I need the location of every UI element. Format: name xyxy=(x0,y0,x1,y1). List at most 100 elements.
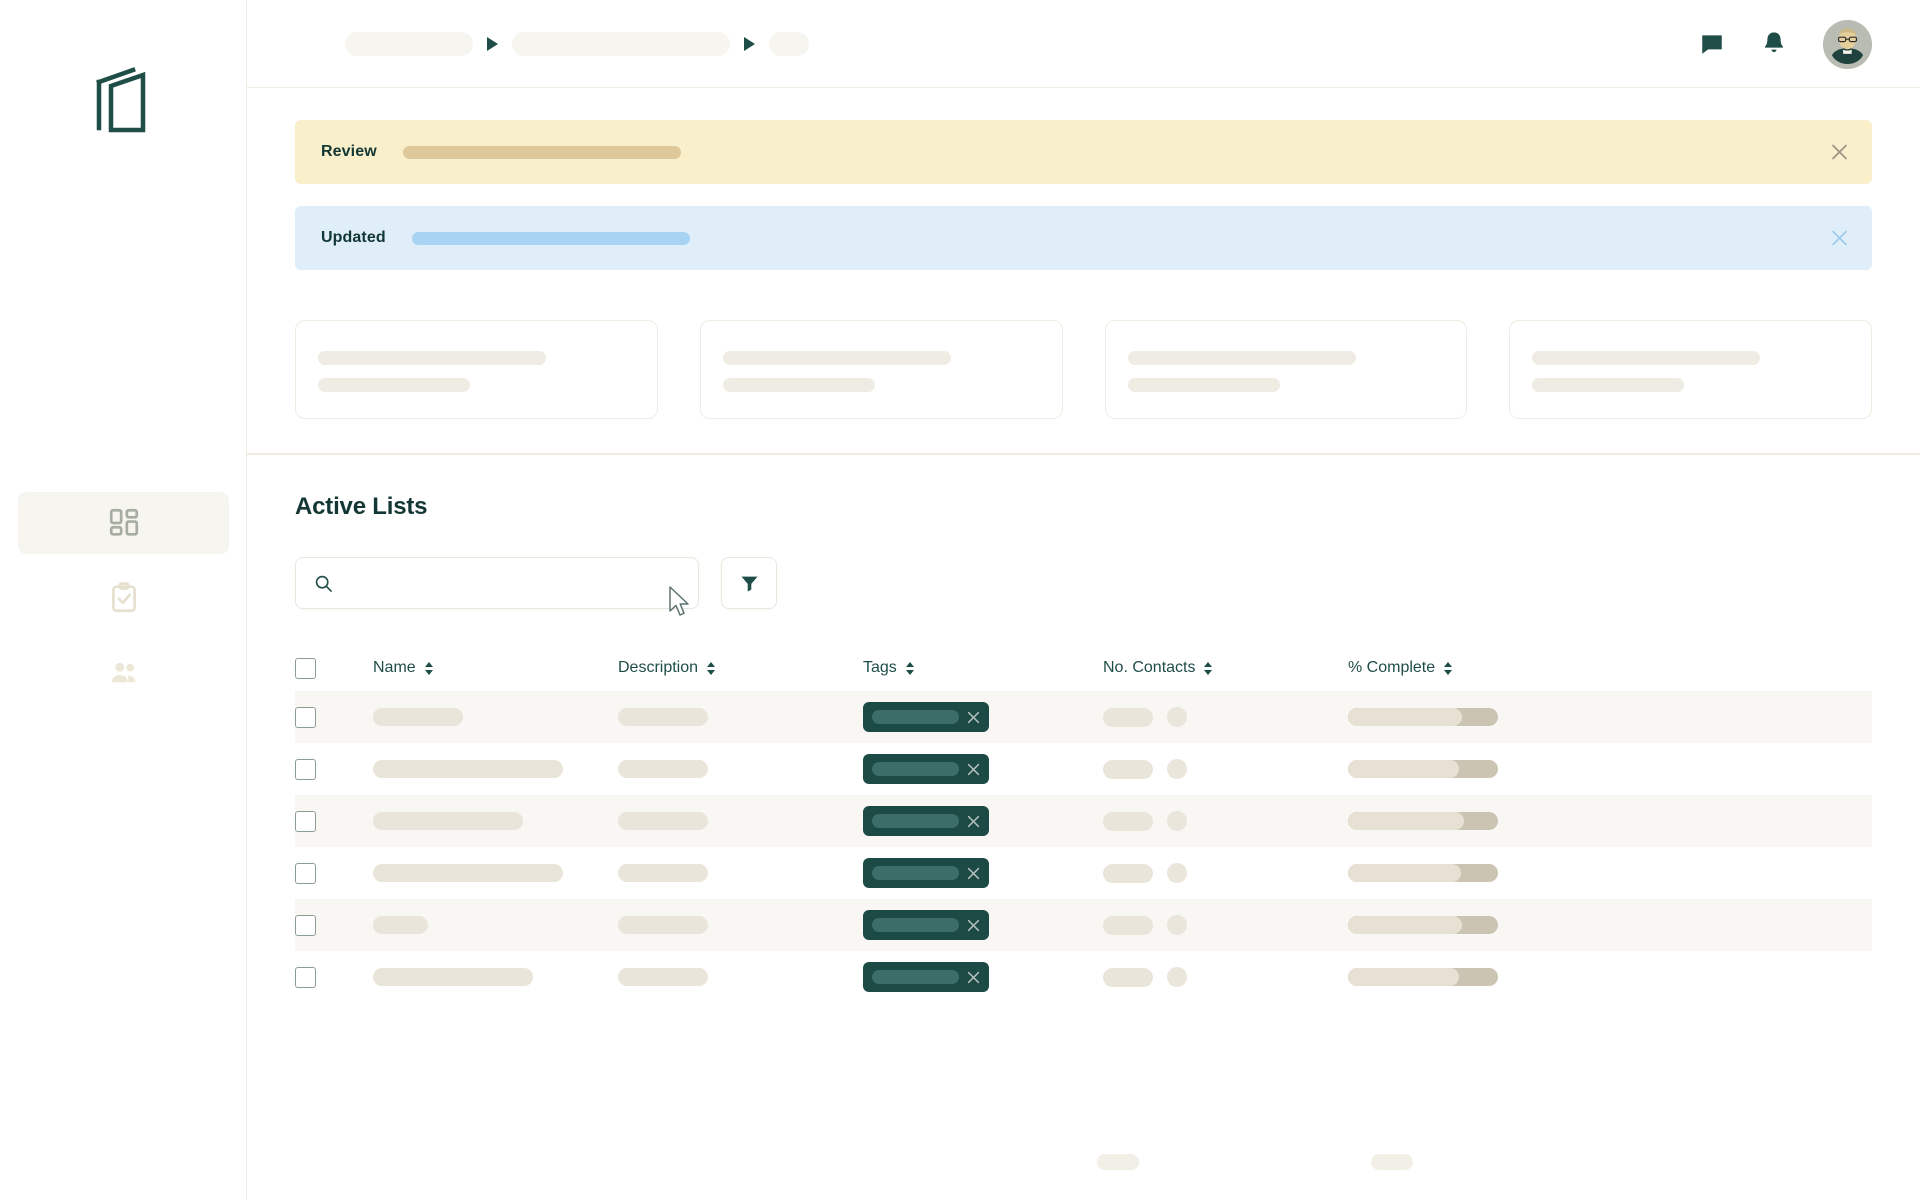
cell-no-contacts xyxy=(1103,811,1348,831)
table-row[interactable] xyxy=(295,951,1872,1003)
column-header-description[interactable]: Description xyxy=(618,659,863,677)
stat-card[interactable] xyxy=(1104,320,1468,419)
active-lists-table: Name Description Tags No. Contacts % Com… xyxy=(295,645,1872,1003)
cell-pct-complete xyxy=(1348,916,1872,934)
row-checkbox[interactable] xyxy=(295,966,316,988)
stat-card[interactable] xyxy=(295,320,658,419)
search-input[interactable] xyxy=(345,558,680,608)
stat-card[interactable] xyxy=(699,320,1063,419)
row-select-cell xyxy=(295,758,373,780)
tag-chip[interactable] xyxy=(863,806,989,836)
sidebar-item-contacts[interactable] xyxy=(18,642,229,704)
table-footer xyxy=(295,1136,1872,1200)
tag-label-skeleton xyxy=(872,866,959,880)
row-checkbox[interactable] xyxy=(295,862,316,884)
table-row[interactable] xyxy=(295,795,1872,847)
cell-no-contacts xyxy=(1103,967,1348,987)
banner-close-button[interactable] xyxy=(1831,144,1848,161)
progress-bar-fill xyxy=(1348,968,1459,986)
tag-remove-button[interactable] xyxy=(967,711,980,724)
stat-card-value-skeleton xyxy=(318,378,471,392)
search-box[interactable] xyxy=(295,557,699,609)
table-row[interactable] xyxy=(295,899,1872,951)
open-book-logo-icon xyxy=(95,67,145,133)
breadcrumb xyxy=(345,31,809,56)
footer-skeleton[interactable] xyxy=(1097,1154,1139,1170)
tag-chip[interactable] xyxy=(863,858,989,888)
tag-label-skeleton xyxy=(872,918,959,932)
people-icon xyxy=(111,662,135,683)
name-skeleton xyxy=(373,916,428,934)
progress-bar-fill xyxy=(1348,708,1462,726)
column-header-name[interactable]: Name xyxy=(373,659,618,677)
table-row[interactable] xyxy=(295,691,1872,743)
select-all-checkbox[interactable] xyxy=(295,657,316,679)
close-icon xyxy=(967,971,980,983)
stat-card-value-skeleton xyxy=(722,378,875,392)
tag-remove-button[interactable] xyxy=(967,815,980,828)
column-header-pct-complete[interactable]: % Complete xyxy=(1348,659,1872,677)
banner-updated: Updated xyxy=(295,206,1872,270)
table-row[interactable] xyxy=(295,743,1872,795)
funnel-icon xyxy=(741,576,757,591)
stat-card[interactable] xyxy=(1509,320,1872,419)
column-header-tags[interactable]: Tags xyxy=(863,659,1103,677)
table-header-row: Name Description Tags No. Contacts % Com… xyxy=(295,645,1872,691)
tag-chip[interactable] xyxy=(863,754,989,784)
filter-button[interactable] xyxy=(721,557,777,609)
tag-remove-button[interactable] xyxy=(967,763,980,776)
messages-button[interactable] xyxy=(1699,31,1725,57)
breadcrumb-item-skeleton[interactable] xyxy=(512,31,730,56)
breadcrumb-item-skeleton[interactable] xyxy=(769,31,809,56)
column-header-label: Name xyxy=(373,659,416,676)
table-body xyxy=(295,691,1872,1003)
select-all-cell xyxy=(295,657,373,679)
tag-chip[interactable] xyxy=(863,962,989,992)
name-skeleton xyxy=(373,708,463,726)
row-select-cell xyxy=(295,810,373,832)
tag-remove-button[interactable] xyxy=(967,919,980,932)
sidebar-item-dashboard[interactable] xyxy=(18,492,229,554)
banner-close-button[interactable] xyxy=(1831,230,1848,247)
row-checkbox[interactable] xyxy=(295,914,316,936)
cell-name xyxy=(373,916,618,934)
stat-cards xyxy=(295,302,1872,419)
row-checkbox[interactable] xyxy=(295,706,316,728)
progress-bar xyxy=(1348,968,1498,986)
column-header-no-contacts[interactable]: No. Contacts xyxy=(1103,659,1348,677)
row-select-cell xyxy=(295,966,373,988)
sidebar-item-tasks[interactable] xyxy=(18,567,229,629)
tag-label-skeleton xyxy=(872,970,959,984)
footer-skeleton[interactable] xyxy=(1371,1154,1413,1170)
contacts-count-skeleton xyxy=(1103,915,1153,935)
contacts-count-skeleton xyxy=(1103,863,1153,883)
tag-chip[interactable] xyxy=(863,702,989,732)
logo[interactable] xyxy=(0,62,247,134)
cell-pct-complete xyxy=(1348,864,1872,882)
triangle-right-icon xyxy=(744,36,755,51)
avatar[interactable] xyxy=(1823,19,1872,69)
contacts-count-skeleton xyxy=(1103,967,1153,987)
tag-remove-button[interactable] xyxy=(967,867,980,880)
banners: Review Updated xyxy=(247,88,1920,454)
cell-description xyxy=(618,708,863,726)
row-checkbox[interactable] xyxy=(295,758,316,780)
stat-card-value-skeleton xyxy=(1127,378,1280,392)
progress-bar xyxy=(1348,916,1498,934)
cell-description xyxy=(618,812,863,830)
breadcrumb-item-skeleton[interactable] xyxy=(345,31,473,56)
row-checkbox[interactable] xyxy=(295,810,316,832)
topbar xyxy=(247,0,1920,88)
sort-arrows-icon xyxy=(1444,661,1453,675)
close-icon xyxy=(1832,230,1847,246)
row-select-cell xyxy=(295,914,373,936)
table-row[interactable] xyxy=(295,847,1872,899)
app-root: Review Updated Active Lists Name Descrip… xyxy=(0,0,1920,1200)
tag-remove-button[interactable] xyxy=(967,971,980,984)
banner-label: Review xyxy=(321,143,377,160)
sort-arrows-icon xyxy=(424,661,433,675)
notifications-button[interactable] xyxy=(1761,30,1787,58)
cell-description xyxy=(618,760,863,778)
tag-chip[interactable] xyxy=(863,910,989,940)
progress-bar-fill xyxy=(1348,916,1462,934)
